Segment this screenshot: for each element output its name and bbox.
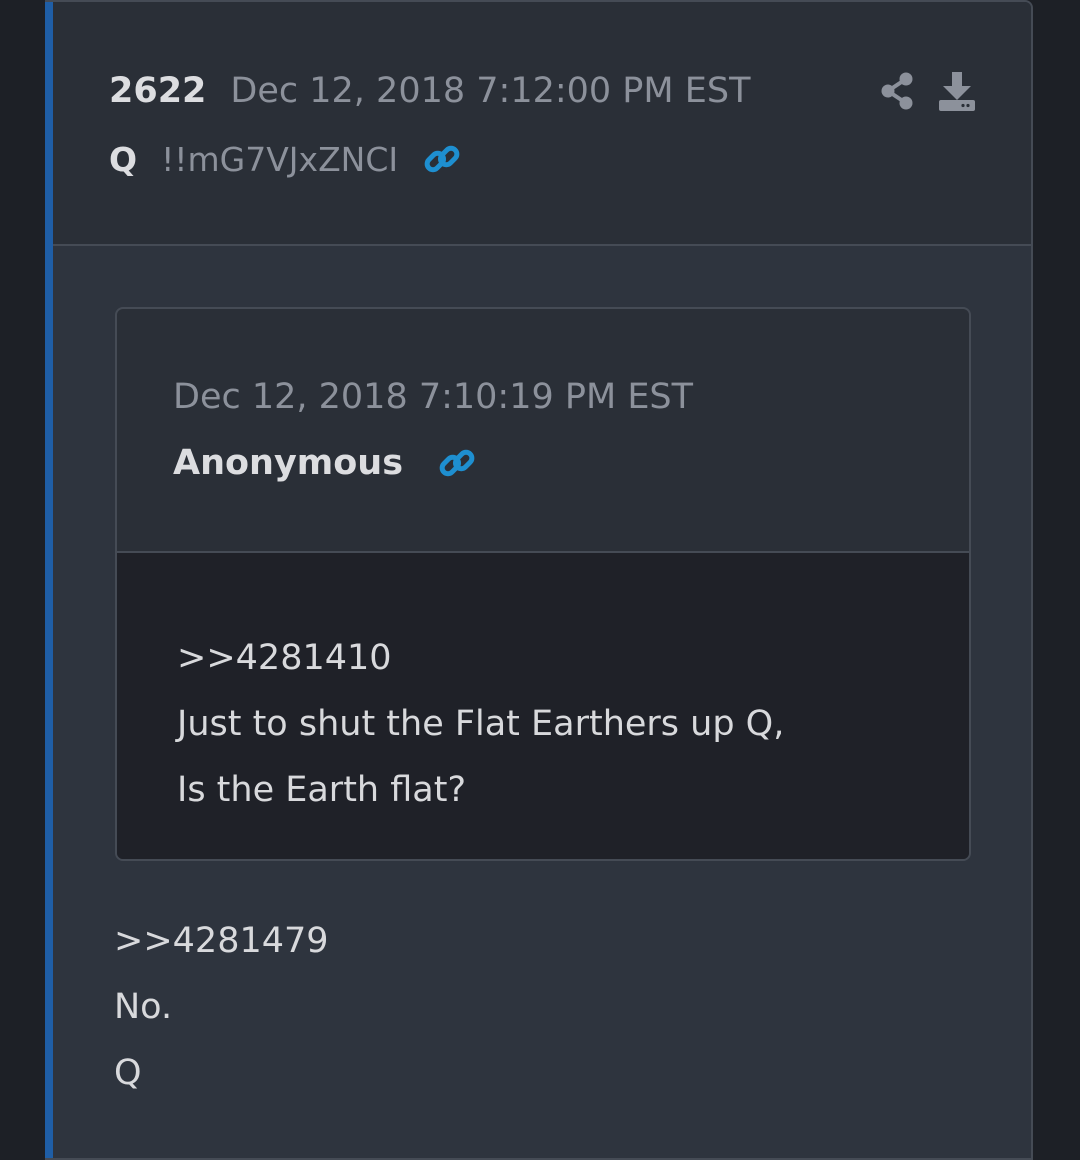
post-meta-row: 2622 Dec 12, 2018 7:12:00 PM EST (109, 68, 750, 114)
post-author: Q (109, 139, 138, 179)
post-number: 2622 (109, 71, 207, 111)
post-signature: Q (114, 1053, 142, 1093)
quoted-post: Dec 12, 2018 7:10:19 PM EST Anonymous >>… (115, 307, 971, 861)
post-author-row: Q !!mG7VJxZNCI (109, 136, 462, 182)
link-icon[interactable] (437, 443, 477, 483)
share-icon[interactable] (879, 71, 915, 111)
post-text-line: No. (114, 987, 173, 1027)
post-tripcode: !!mG7VJxZNCI (161, 139, 399, 179)
quoted-post-header: Dec 12, 2018 7:10:19 PM EST Anonymous (117, 309, 969, 553)
post-accent-bar (45, 2, 53, 1158)
quoted-post-text-line: Just to shut the Flat Earthers up Q, (177, 704, 785, 744)
post-body: >>4281479 No. Q (114, 908, 329, 1106)
quoted-post-author: Anonymous (173, 443, 404, 483)
download-icon[interactable] (937, 70, 977, 112)
post-date: Dec 12, 2018 7:12:00 PM EST (230, 71, 751, 111)
quoted-post-date: Dec 12, 2018 7:10:19 PM EST (173, 377, 694, 417)
link-icon[interactable] (422, 139, 462, 179)
post-card: 2622 Dec 12, 2018 7:12:00 PM EST Q !!mG7… (45, 0, 1033, 1160)
post-header: 2622 Dec 12, 2018 7:12:00 PM EST Q !!mG7… (53, 2, 1031, 246)
post-reference-link[interactable]: >>4281479 (114, 908, 329, 974)
quoted-post-author-row: Anonymous (173, 443, 477, 483)
post-actions (879, 70, 977, 112)
quoted-post-body: >>4281410 Just to shut the Flat Earthers… (117, 553, 969, 859)
quoted-post-text-line: Is the Earth flat? (177, 770, 467, 810)
quoted-post-reference-link[interactable]: >>4281410 (177, 625, 969, 691)
